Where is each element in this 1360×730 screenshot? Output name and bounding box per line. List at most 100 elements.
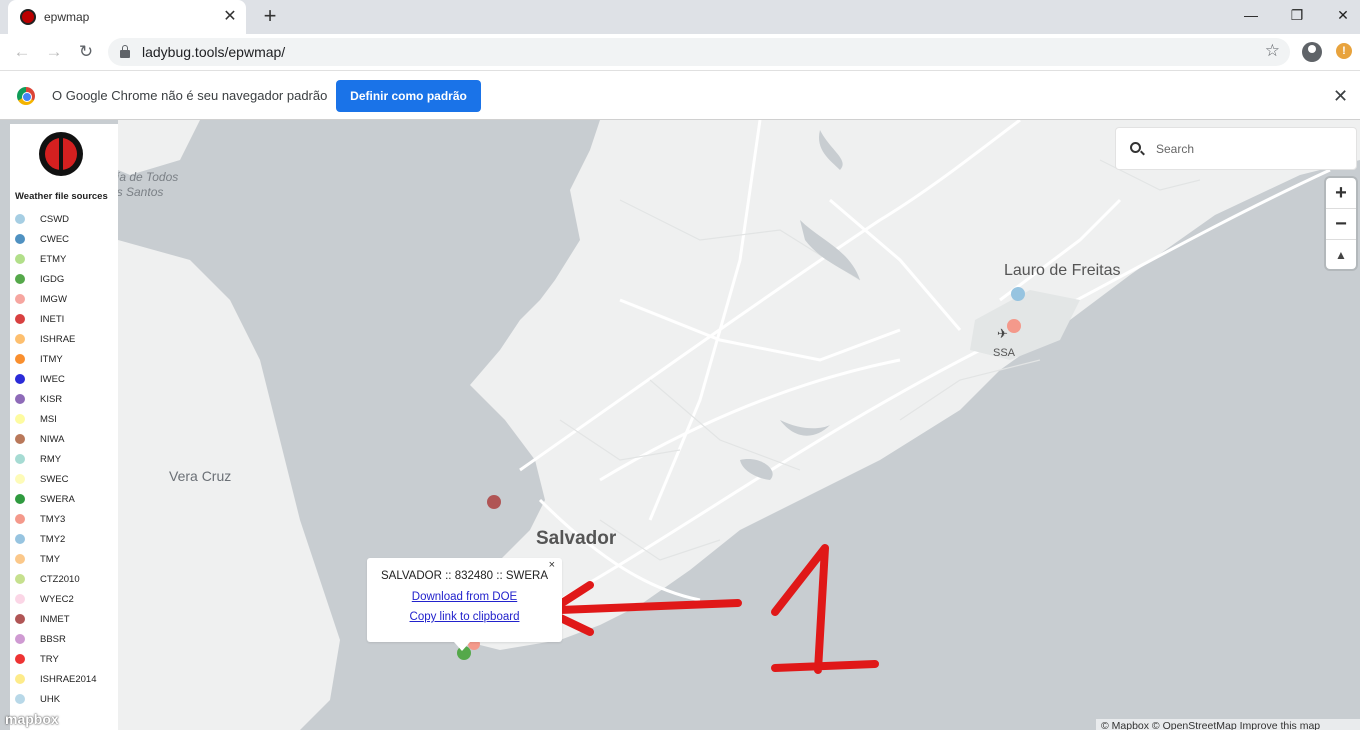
tab-close-icon[interactable]: ✕ — [220, 7, 240, 27]
legend-color-dot-icon — [15, 354, 25, 364]
annotation-numeral-1 — [771, 544, 879, 674]
window-close-button[interactable]: ✕ — [1320, 0, 1360, 30]
tab-title: epwmap — [44, 10, 90, 24]
legend-color-dot-icon — [15, 654, 25, 664]
legend-item-label: SWEC — [40, 474, 69, 485]
search-icon — [1130, 142, 1141, 153]
legend-item-label: RMY — [40, 454, 62, 465]
airport-code-label: SSA — [993, 347, 1016, 359]
legend-item-label: ETMY — [40, 254, 67, 265]
legend-color-dot-icon — [15, 494, 25, 504]
legend-item-label: NIWA — [40, 434, 65, 445]
legend-color-dot-icon — [15, 274, 25, 284]
profile-avatar-icon[interactable] — [1302, 42, 1322, 62]
forward-icon[interactable]: → — [42, 40, 66, 64]
legend-color-dot-icon — [15, 594, 25, 604]
legend-color-dot-icon — [15, 234, 25, 244]
legend-item-label: TMY — [40, 554, 61, 565]
legend-item-label: BBSR — [40, 634, 66, 645]
tab-epwmap[interactable]: epwmap ✕ — [8, 0, 246, 34]
legend-item-label: WYEC2 — [40, 594, 74, 605]
legend-color-dot-icon — [15, 334, 25, 344]
zoom-in-button[interactable]: + — [1326, 178, 1356, 208]
legend-item-label: TRY — [40, 654, 59, 665]
legend-item-label: MSI — [40, 414, 57, 425]
legend-color-dot-icon — [15, 314, 25, 324]
legend-item-label: TMY2 — [40, 534, 66, 545]
zoom-out-button[interactable]: − — [1326, 209, 1356, 239]
vera-cruz-label: Vera Cruz — [169, 468, 232, 484]
legend-color-dot-icon — [15, 514, 25, 524]
island-shape — [118, 240, 340, 730]
legend-item-label: CTZ2010 — [40, 574, 80, 585]
search-input[interactable] — [1156, 139, 1346, 159]
station-popup: × SALVADOR :: 832480 :: SWERA Download f… — [367, 558, 562, 642]
default-browser-infobar: O Google Chrome não é seu navegador padr… — [0, 70, 1360, 120]
map-base — [118, 120, 1360, 730]
lauro-de-freitas-label: Lauro de Freitas — [1004, 262, 1121, 279]
legend-color-dot-icon — [15, 694, 25, 704]
copy-link-link[interactable]: Copy link to clipboard — [367, 611, 562, 623]
legend-item-label: INMET — [40, 614, 70, 625]
legend-color-dot-icon — [15, 294, 25, 304]
legend-color-dot-icon — [15, 414, 25, 424]
browser-toolbar: ← → ↻ ladybug.tools/epwmap/ ☆ — [0, 34, 1360, 70]
back-icon[interactable]: ← — [10, 40, 34, 64]
legend-color-dot-icon — [15, 674, 25, 684]
chrome-logo-icon — [17, 87, 35, 105]
legend-color-dot-icon — [15, 574, 25, 584]
reload-icon[interactable]: ↻ — [74, 40, 98, 64]
search-box[interactable] — [1115, 127, 1357, 170]
download-from-doe-link[interactable]: Download from DOE — [367, 591, 562, 603]
legend-item-label: ITMY — [40, 354, 63, 365]
legend-color-dot-icon — [15, 254, 25, 264]
update-alert-icon[interactable]: ! — [1336, 43, 1352, 59]
legend-color-dot-icon — [15, 554, 25, 564]
popup-tip — [454, 642, 470, 651]
legend-color-dot-icon — [15, 634, 25, 644]
map-attribution[interactable]: © Mapbox © OpenStreetMap Improve this ma… — [1096, 719, 1360, 730]
legend-color-dot-icon — [15, 374, 25, 384]
legend-color-dot-icon — [15, 614, 25, 624]
compass-icon[interactable]: ▲ — [1326, 240, 1356, 270]
popup-title: SALVADOR :: 832480 :: SWERA — [380, 570, 549, 582]
legend-item-label: TMY3 — [40, 514, 66, 525]
set-default-button[interactable]: Definir como padrão — [336, 80, 481, 112]
address-bar[interactable]: ladybug.tools/epwmap/ ☆ — [108, 38, 1290, 66]
legend-color-dot-icon — [15, 434, 25, 444]
weather-station-marker[interactable] — [1007, 319, 1021, 333]
legend-item-label: CWEC — [40, 234, 70, 245]
airport-icon: ✈ — [997, 326, 1008, 341]
legend-item-label: IWEC — [40, 374, 65, 385]
map-canvas[interactable]: ía de Todos os Santos Vera Cruz Salvador… — [0, 120, 1360, 730]
minimize-button[interactable]: — — [1228, 0, 1274, 30]
legend-color-dot-icon — [15, 474, 25, 484]
zoom-controls: + − ▲ — [1326, 178, 1356, 269]
legend-item-label: IMGW — [40, 294, 67, 305]
legend-item-label: IGDG — [40, 274, 65, 285]
weather-station-marker[interactable] — [487, 495, 501, 509]
infobar-message: O Google Chrome não é seu navegador padr… — [52, 88, 328, 103]
weather-station-marker[interactable] — [1011, 287, 1025, 301]
restore-button[interactable]: ❐ — [1274, 0, 1320, 30]
salvador-label: Salvador — [536, 528, 617, 549]
mapbox-logo[interactable]: mapbox — [5, 711, 59, 727]
legend-color-dot-icon — [15, 394, 25, 404]
ladybug-favicon-icon — [20, 9, 36, 25]
legend-item-label: UHK — [40, 694, 61, 705]
infobar-close-icon[interactable]: ✕ — [1333, 86, 1348, 107]
legend-title: Weather file sources — [15, 191, 108, 202]
ladybug-logo-icon — [39, 132, 83, 176]
legend-item-label: ISHRAE2014 — [40, 674, 97, 685]
legend-item-label: CSWD — [40, 214, 70, 225]
bookmark-star-icon[interactable]: ☆ — [1265, 41, 1280, 61]
legend-color-dot-icon — [15, 214, 25, 224]
new-tab-button[interactable]: + — [258, 5, 282, 29]
legend-item-label: INETI — [40, 314, 65, 325]
baia-label-2: os Santos — [110, 185, 164, 199]
legend-color-dot-icon — [15, 454, 25, 464]
legend-color-dot-icon — [15, 534, 25, 544]
url-text[interactable]: ladybug.tools/epwmap/ — [142, 44, 285, 60]
weather-source-legend: Weather file sources CSWD CWEC ETMY IGDG IMG… — [10, 124, 118, 730]
baia-label-1: ía de Todos — [116, 170, 179, 184]
